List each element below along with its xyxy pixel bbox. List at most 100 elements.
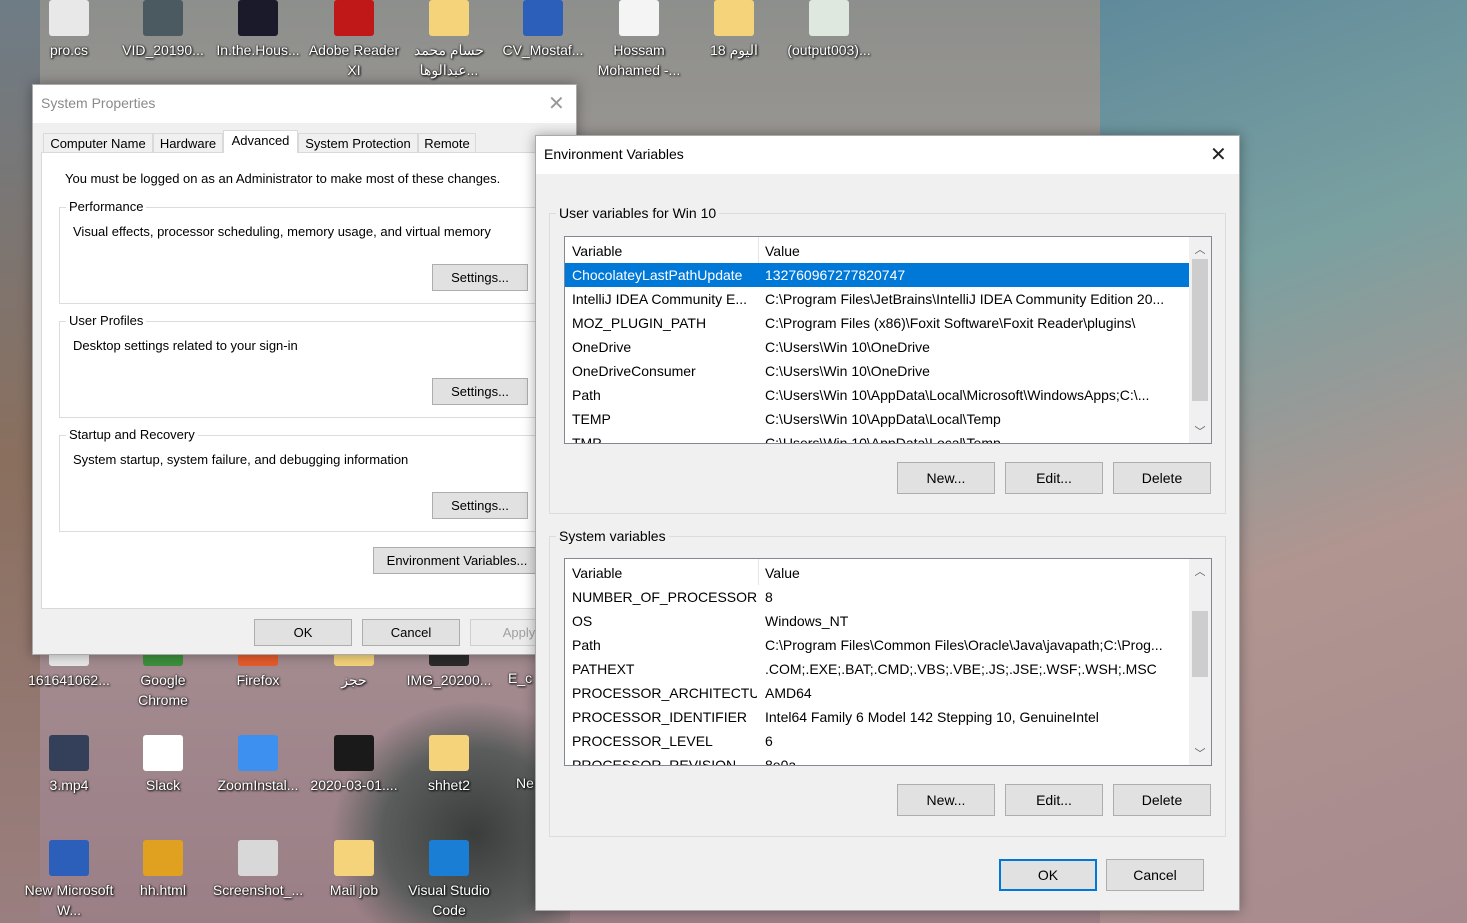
desktop-icon[interactable]: (output003)... bbox=[783, 0, 875, 60]
scroll-thumb[interactable] bbox=[1192, 259, 1208, 401]
desktop-icon[interactable]: CV_Mostaf... bbox=[497, 0, 589, 60]
variable-value: 132760967277820747 bbox=[765, 267, 906, 283]
variable-value: C:\Users\Win 10\OneDrive bbox=[765, 339, 930, 355]
desktop-icon-label: Screenshot_... bbox=[212, 882, 304, 898]
desktop-icon[interactable]: اليوم 18 bbox=[688, 0, 780, 60]
desktop-icon[interactable]: Slack bbox=[117, 735, 209, 795]
file-icon bbox=[49, 0, 89, 36]
file-icon bbox=[619, 0, 659, 36]
scroll-up-icon[interactable]: ︿ bbox=[1189, 563, 1211, 579]
scroll-down-icon[interactable]: ﹀ bbox=[1189, 423, 1211, 439]
desktop-icon-label: اليوم 18 bbox=[710, 42, 758, 58]
desktop-icon[interactable]: hh.html bbox=[117, 840, 209, 900]
column-header-variable[interactable]: Variable bbox=[572, 237, 757, 265]
scrollbar[interactable]: ︿ ﹀ bbox=[1189, 237, 1211, 443]
title-bar: System Properties ✕ bbox=[33, 85, 576, 123]
variable-name: OS bbox=[572, 613, 593, 629]
cancel-button[interactable]: Cancel bbox=[1106, 859, 1204, 891]
user-variables-list[interactable]: Variable Value ChocolateyLastPathUpdate 1… bbox=[564, 236, 1212, 444]
desktop-icon[interactable]: Hossam Mohamed -... bbox=[593, 0, 685, 80]
desktop-icon[interactable]: Visual Studio Code bbox=[403, 840, 495, 920]
list-header: Variable Value bbox=[565, 559, 1211, 585]
tab-computer-name[interactable]: Computer Name bbox=[43, 133, 153, 153]
cancel-button[interactable]: Cancel bbox=[362, 619, 460, 646]
tab-advanced[interactable]: Advanced bbox=[223, 130, 298, 153]
user-edit-button[interactable]: Edit... bbox=[1005, 462, 1103, 494]
desktop-icon[interactable]: In.the.Hous... bbox=[212, 0, 304, 60]
desktop-icon[interactable]: ZoomInstal... bbox=[212, 735, 304, 795]
close-icon[interactable]: ✕ bbox=[548, 91, 565, 116]
desktop-icon[interactable]: New Microsoft W... bbox=[23, 840, 115, 920]
desktop-icon-label: 161641062... bbox=[28, 672, 110, 688]
table-row[interactable]: OS Windows_NT bbox=[565, 609, 1211, 633]
table-row[interactable]: Path C:\Program Files\Common Files\Oracle… bbox=[565, 633, 1211, 657]
desktop-icon[interactable]: pro.cs bbox=[23, 0, 115, 60]
scroll-down-icon[interactable]: ﹀ bbox=[1189, 745, 1211, 761]
desktop-icon[interactable]: 3.mp4 bbox=[23, 735, 115, 795]
table-row[interactable]: OneDriveConsumer C:\Users\Win 10\OneDrive bbox=[565, 359, 1211, 383]
performance-settings-button[interactable]: Settings... bbox=[432, 264, 528, 291]
desktop-icon[interactable]: حسام محمد عبدالوها... bbox=[403, 0, 495, 80]
file-icon bbox=[809, 0, 849, 36]
ok-button[interactable]: OK bbox=[999, 859, 1097, 891]
table-row[interactable]: NUMBER_OF_PROCESSORS 8 bbox=[565, 585, 1211, 609]
file-icon bbox=[49, 735, 89, 771]
variable-name: PATHEXT bbox=[572, 661, 635, 677]
table-row[interactable]: PROCESSOR_LEVEL 6 bbox=[565, 729, 1211, 753]
table-row[interactable]: PROCESSOR_REVISION 8e0a bbox=[565, 753, 1211, 766]
user-delete-button[interactable]: Delete bbox=[1113, 462, 1211, 494]
system-delete-button[interactable]: Delete bbox=[1113, 784, 1211, 816]
desktop-icon-label: VID_20190... bbox=[122, 42, 204, 58]
file-icon bbox=[143, 735, 183, 771]
desktop-icon[interactable]: Mail job bbox=[308, 840, 400, 900]
table-row[interactable]: IntelliJ IDEA Community E... C:\Program F… bbox=[565, 287, 1211, 311]
variable-value: C:\Program Files\JetBrains\IntelliJ IDEA… bbox=[765, 291, 1165, 307]
table-row[interactable]: PROCESSOR_IDENTIFIER Intel64 Family 6 Mod… bbox=[565, 705, 1211, 729]
admin-note: You must be logged on as an Administrato… bbox=[65, 171, 501, 186]
system-new-button[interactable]: New... bbox=[897, 784, 995, 816]
column-header-value[interactable]: Value bbox=[765, 559, 800, 587]
environment-variables-button[interactable]: Environment Variables... bbox=[373, 547, 541, 574]
tab-system-protection[interactable]: System Protection bbox=[298, 133, 418, 153]
system-edit-button[interactable]: Edit... bbox=[1005, 784, 1103, 816]
desktop-icon-label: New Microsoft W... bbox=[24, 882, 114, 918]
startup-recovery-settings-button[interactable]: Settings... bbox=[432, 492, 528, 519]
close-icon[interactable]: ✕ bbox=[1210, 142, 1227, 167]
scroll-up-icon[interactable]: ︿ bbox=[1189, 241, 1211, 257]
column-header-variable[interactable]: Variable bbox=[572, 559, 757, 587]
table-row[interactable]: TMP C:\Users\Win 10\AppData\Local\Temp bbox=[565, 431, 1211, 443]
scroll-thumb[interactable] bbox=[1192, 611, 1208, 677]
table-row[interactable]: TEMP C:\Users\Win 10\AppData\Local\Temp bbox=[565, 407, 1211, 431]
desktop-icon-label[interactable]: E_c bbox=[508, 668, 538, 688]
table-row[interactable]: ChocolateyLastPathUpdate 1327609672778207… bbox=[565, 263, 1189, 287]
desktop-icon[interactable]: Adobe Reader XI bbox=[308, 0, 400, 80]
column-header-value[interactable]: Value bbox=[765, 237, 800, 265]
table-row[interactable]: OneDrive C:\Users\Win 10\OneDrive bbox=[565, 335, 1211, 359]
tab-hardware[interactable]: Hardware bbox=[153, 133, 223, 153]
variable-name: MOZ_PLUGIN_PATH bbox=[572, 315, 707, 331]
file-icon bbox=[238, 735, 278, 771]
desktop-icon[interactable]: shhet2 bbox=[403, 735, 495, 795]
desktop-icon[interactable]: 2020-03-01.... bbox=[308, 735, 400, 795]
ok-button[interactable]: OK bbox=[254, 619, 352, 646]
user-new-button[interactable]: New... bbox=[897, 462, 995, 494]
desktop-icon-label: Adobe Reader XI bbox=[308, 42, 400, 78]
user-profiles-settings-button[interactable]: Settings... bbox=[432, 378, 528, 405]
table-row[interactable]: Path C:\Users\Win 10\AppData\Local\Micros… bbox=[565, 383, 1211, 407]
variable-name: PROCESSOR_IDENTIFIER bbox=[572, 709, 748, 725]
desktop-icon[interactable]: VID_20190... bbox=[117, 0, 209, 60]
variable-name: PROCESSOR_REVISION bbox=[572, 757, 737, 766]
system-variables-list[interactable]: Variable Value NUMBER_OF_PROCESSORS 8 OS Wi… bbox=[564, 558, 1212, 766]
table-row[interactable]: MOZ_PLUGIN_PATH C:\Program Files (x86)\Fo… bbox=[565, 311, 1211, 335]
file-icon bbox=[714, 0, 754, 36]
scrollbar[interactable]: ︿ ﹀ bbox=[1189, 559, 1211, 765]
variable-value: Intel64 Family 6 Model 142 Stepping 10, … bbox=[765, 709, 1099, 725]
file-icon bbox=[429, 0, 469, 36]
desktop-icon[interactable]: Screenshot_... bbox=[212, 840, 304, 900]
table-row[interactable]: PROCESSOR_ARCHITECTU... AMD64 bbox=[565, 681, 1211, 705]
desktop-icon-label: shhet2 bbox=[427, 777, 471, 793]
variable-value: Windows_NT bbox=[765, 613, 849, 629]
file-icon bbox=[334, 735, 374, 771]
tab-remote[interactable]: Remote bbox=[418, 133, 476, 153]
table-row[interactable]: PATHEXT .COM;.EXE;.BAT;.CMD;.VBS;.VBE;.JS… bbox=[565, 657, 1211, 681]
